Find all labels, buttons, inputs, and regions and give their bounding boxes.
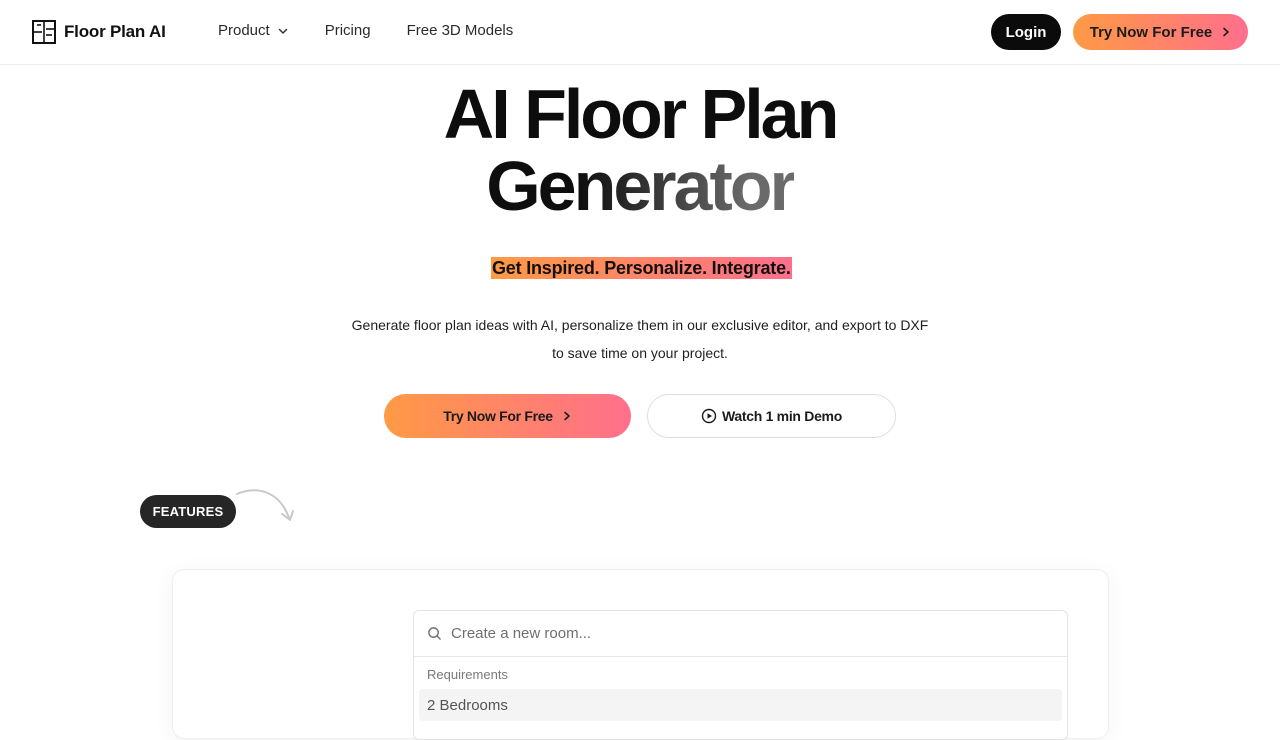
hero-description: Generate floor plan ideas with AI, perso… [340, 311, 940, 367]
hero-title: AI Floor Plan Generator [0, 78, 1280, 222]
menu-item-product[interactable]: Product [218, 22, 289, 39]
room-search-input[interactable] [451, 625, 1011, 642]
requirements-label: Requirements [427, 667, 508, 682]
login-button-label: Login [1005, 23, 1047, 41]
menu-item-free-3d-models[interactable]: Free 3D Models [407, 22, 514, 39]
hero-tagline: Get Inspired. Personalize. Integrate. [491, 257, 792, 279]
curved-arrow-icon [236, 489, 294, 521]
play-circle-icon [701, 408, 717, 424]
chevron-right-icon [1223, 27, 1230, 37]
floor-plan-logo-icon [32, 20, 56, 44]
try-now-hero-label: Try Now For Free [443, 408, 553, 424]
hero-description-line1: Generate floor plan ideas with AI, perso… [351, 317, 929, 333]
chevron-down-icon [278, 28, 287, 34]
room-search-bar [414, 611, 1067, 657]
features-badge: FEATURES [140, 495, 236, 528]
brand[interactable]: Floor Plan AI [32, 20, 166, 44]
search-icon [428, 627, 441, 640]
try-now-hero-button[interactable]: Try Now For Free [384, 394, 631, 438]
hero-title-line2: Generator [486, 147, 797, 225]
room-creator: Requirements 2 Bedrooms [413, 610, 1068, 740]
main-menu: Product Pricing Free 3D Models [218, 22, 549, 39]
hero-description-line2: to save time on your project. [552, 345, 728, 361]
hero-title-line1: AI Floor Plan [443, 75, 840, 153]
menu-item-label: Pricing [324, 22, 371, 39]
try-now-nav-button[interactable]: Try Now For Free [1073, 14, 1248, 50]
top-nav: Floor Plan AI Product Pricing Free 3D Mo… [0, 0, 1280, 65]
menu-item-pricing[interactable]: Pricing [325, 22, 371, 39]
menu-item-label: Product [218, 22, 270, 39]
chevron-right-icon [563, 411, 570, 421]
try-now-nav-label: Try Now For Free [1089, 23, 1213, 41]
watch-demo-label: Watch 1 min Demo [722, 408, 842, 424]
watch-demo-button[interactable]: Watch 1 min Demo [647, 394, 896, 438]
brand-name: Floor Plan AI [64, 22, 166, 41]
login-button[interactable]: Login [991, 14, 1061, 50]
requirement-item[interactable]: 2 Bedrooms [419, 689, 1062, 721]
menu-item-label: Free 3D Models [406, 22, 514, 39]
